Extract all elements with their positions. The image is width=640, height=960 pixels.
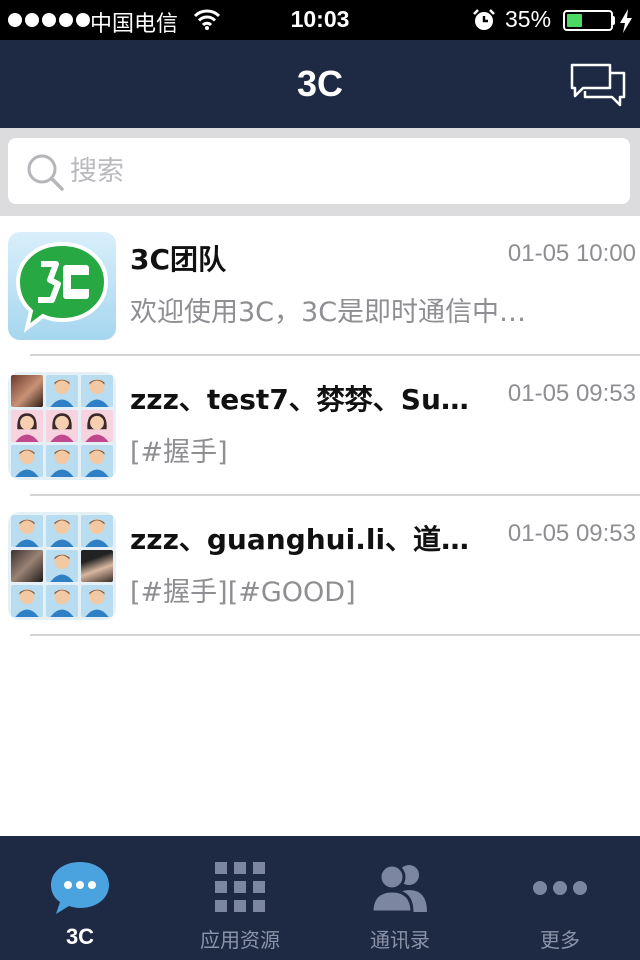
group-avatar [8, 372, 116, 480]
member-photo [81, 550, 113, 582]
tab-more[interactable]: 更多 [480, 836, 640, 960]
conversation-title: zzz、guanghui.li、道… [130, 523, 470, 556]
chat-bubble-icon [49, 860, 111, 920]
tab-label: 更多 [540, 928, 580, 952]
conversation-item-group-1[interactable]: zzz、test7、棼棼、Su… 01-05 09:53 [#握手] [0, 356, 640, 496]
tab-label: 应用资源 [200, 928, 280, 952]
search-icon [26, 153, 66, 197]
member-photo [11, 550, 43, 582]
status-bar: 中国电信 10:03 35% [0, 0, 640, 40]
contacts-icon [370, 862, 429, 916]
member-avatar-icon [11, 410, 43, 442]
member-avatar-icon [46, 585, 78, 617]
conversation-title: 3C团队 [130, 243, 227, 276]
page-title: 3C [296, 63, 344, 104]
member-avatar-icon [46, 445, 78, 477]
member-avatar-icon [46, 515, 78, 547]
conversation-item-group-2[interactable]: zzz、guanghui.li、道… 01-05 09:53 [#握手][#GO… [0, 496, 640, 636]
search-input[interactable] [70, 152, 570, 190]
alarm-icon [472, 8, 496, 39]
member-avatar-icon [81, 585, 113, 617]
nav-bar: 3C [0, 40, 640, 128]
tab-label: 通讯录 [370, 928, 430, 952]
conversation-title: zzz、test7、棼棼、Su… [130, 383, 469, 416]
member-avatar-icon [11, 445, 43, 477]
tab-3c[interactable]: 3C [0, 836, 160, 960]
member-avatar-icon [46, 550, 78, 582]
member-avatar-icon [46, 375, 78, 407]
tab-app-resources[interactable]: 应用资源 [160, 836, 320, 960]
member-avatar-icon [81, 375, 113, 407]
member-avatar-icon [81, 445, 113, 477]
conversation-preview: [#握手] [130, 437, 228, 468]
conversation-preview: 欢迎使用3C，3C是即时通信中… [130, 297, 527, 328]
chat-bubbles-icon [570, 63, 626, 107]
conversation-time: 01-05 09:53 [507, 380, 636, 407]
member-avatar-icon [81, 410, 113, 442]
new-chat-button[interactable] [568, 60, 628, 110]
search-area [0, 128, 640, 216]
grid-icon [215, 862, 265, 916]
avatar [8, 232, 116, 340]
3c-logo-icon [15, 241, 109, 333]
charging-icon [619, 9, 633, 40]
screen: 中国电信 10:03 35% 3C 搜索 3C团队 01-05 10:00 欢迎… [0, 0, 640, 960]
member-avatar-icon [81, 515, 113, 547]
tab-bar: 3C 应用资源 通讯录 更多 [0, 836, 640, 960]
conversation-time: 01-05 10:00 [507, 240, 636, 267]
member-avatar-icon [11, 515, 43, 547]
tab-contacts[interactable]: 通讯录 [320, 836, 480, 960]
conversation-preview: [#握手][#GOOD] [130, 577, 356, 608]
group-avatar [8, 512, 116, 620]
more-icon [532, 880, 588, 900]
divider [30, 634, 640, 636]
battery-tip [612, 16, 615, 25]
member-photo [11, 375, 43, 407]
conversation-list: 3C团队 01-05 10:00 欢迎使用3C，3C是即时通信中… zzz、te… [0, 216, 640, 636]
member-avatar-icon [11, 585, 43, 617]
battery-icon [563, 10, 613, 31]
battery-level-fill [567, 14, 582, 27]
tab-label: 3C [65, 924, 95, 949]
battery-percent: 35% [505, 6, 552, 32]
member-avatar-icon [46, 410, 78, 442]
search-bar[interactable] [8, 138, 630, 204]
conversation-time: 01-05 09:53 [507, 520, 636, 547]
conversation-item-3c-team[interactable]: 3C团队 01-05 10:00 欢迎使用3C，3C是即时通信中… [0, 216, 640, 356]
